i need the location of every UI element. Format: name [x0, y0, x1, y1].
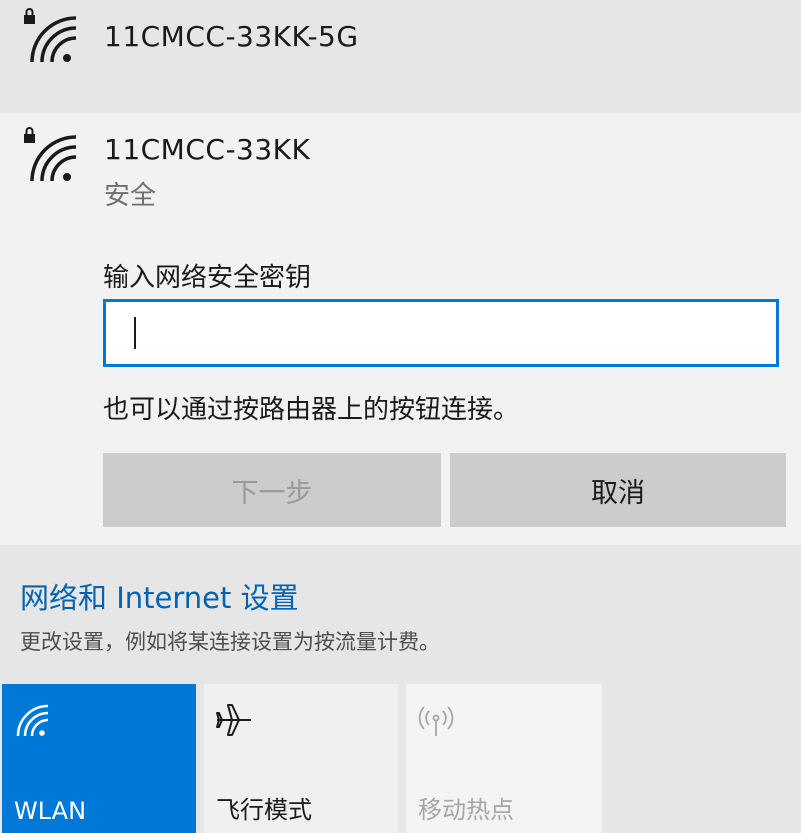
- router-button-hint: 也可以通过按路由器上的按钮连接。: [103, 395, 520, 425]
- tile-label: 飞行模式: [216, 796, 312, 824]
- next-button[interactable]: 下一步: [103, 453, 441, 527]
- network-item-5g[interactable]: 11CMCC-33KK-5G: [0, 0, 801, 113]
- tile-label: WLAN: [14, 797, 87, 825]
- network-security-status: 安全: [104, 181, 157, 211]
- tile-label: 移动热点: [418, 796, 514, 824]
- text-caret: [134, 317, 136, 349]
- airplane-icon: [216, 704, 251, 736]
- network-name: 11CMCC-33KK: [104, 133, 311, 166]
- network-name: 11CMCC-33KK-5G: [104, 20, 359, 53]
- network-settings-description: 更改设置，例如将某连接设置为按流量计费。: [20, 630, 440, 654]
- quick-action-wlan[interactable]: WLAN: [2, 684, 196, 833]
- quick-action-airplane-mode[interactable]: 飞行模式: [204, 684, 398, 833]
- secured-wifi-icon: [24, 127, 77, 182]
- secured-wifi-icon: [24, 8, 77, 63]
- quick-action-mobile-hotspot: 移动热点: [406, 684, 602, 833]
- network-settings-link[interactable]: 网络和 Internet 设置: [20, 575, 299, 617]
- wifi-icon: [16, 704, 49, 737]
- network-item-expanded: 11CMCC-33KK 安全 输入网络安全密钥 也可以通过按路由器上的按钮连接。…: [0, 113, 801, 545]
- cancel-button[interactable]: 取消: [450, 453, 786, 527]
- security-key-input[interactable]: [103, 299, 779, 367]
- mobile-hotspot-icon: [418, 706, 454, 736]
- security-key-label: 输入网络安全密钥: [103, 263, 312, 293]
